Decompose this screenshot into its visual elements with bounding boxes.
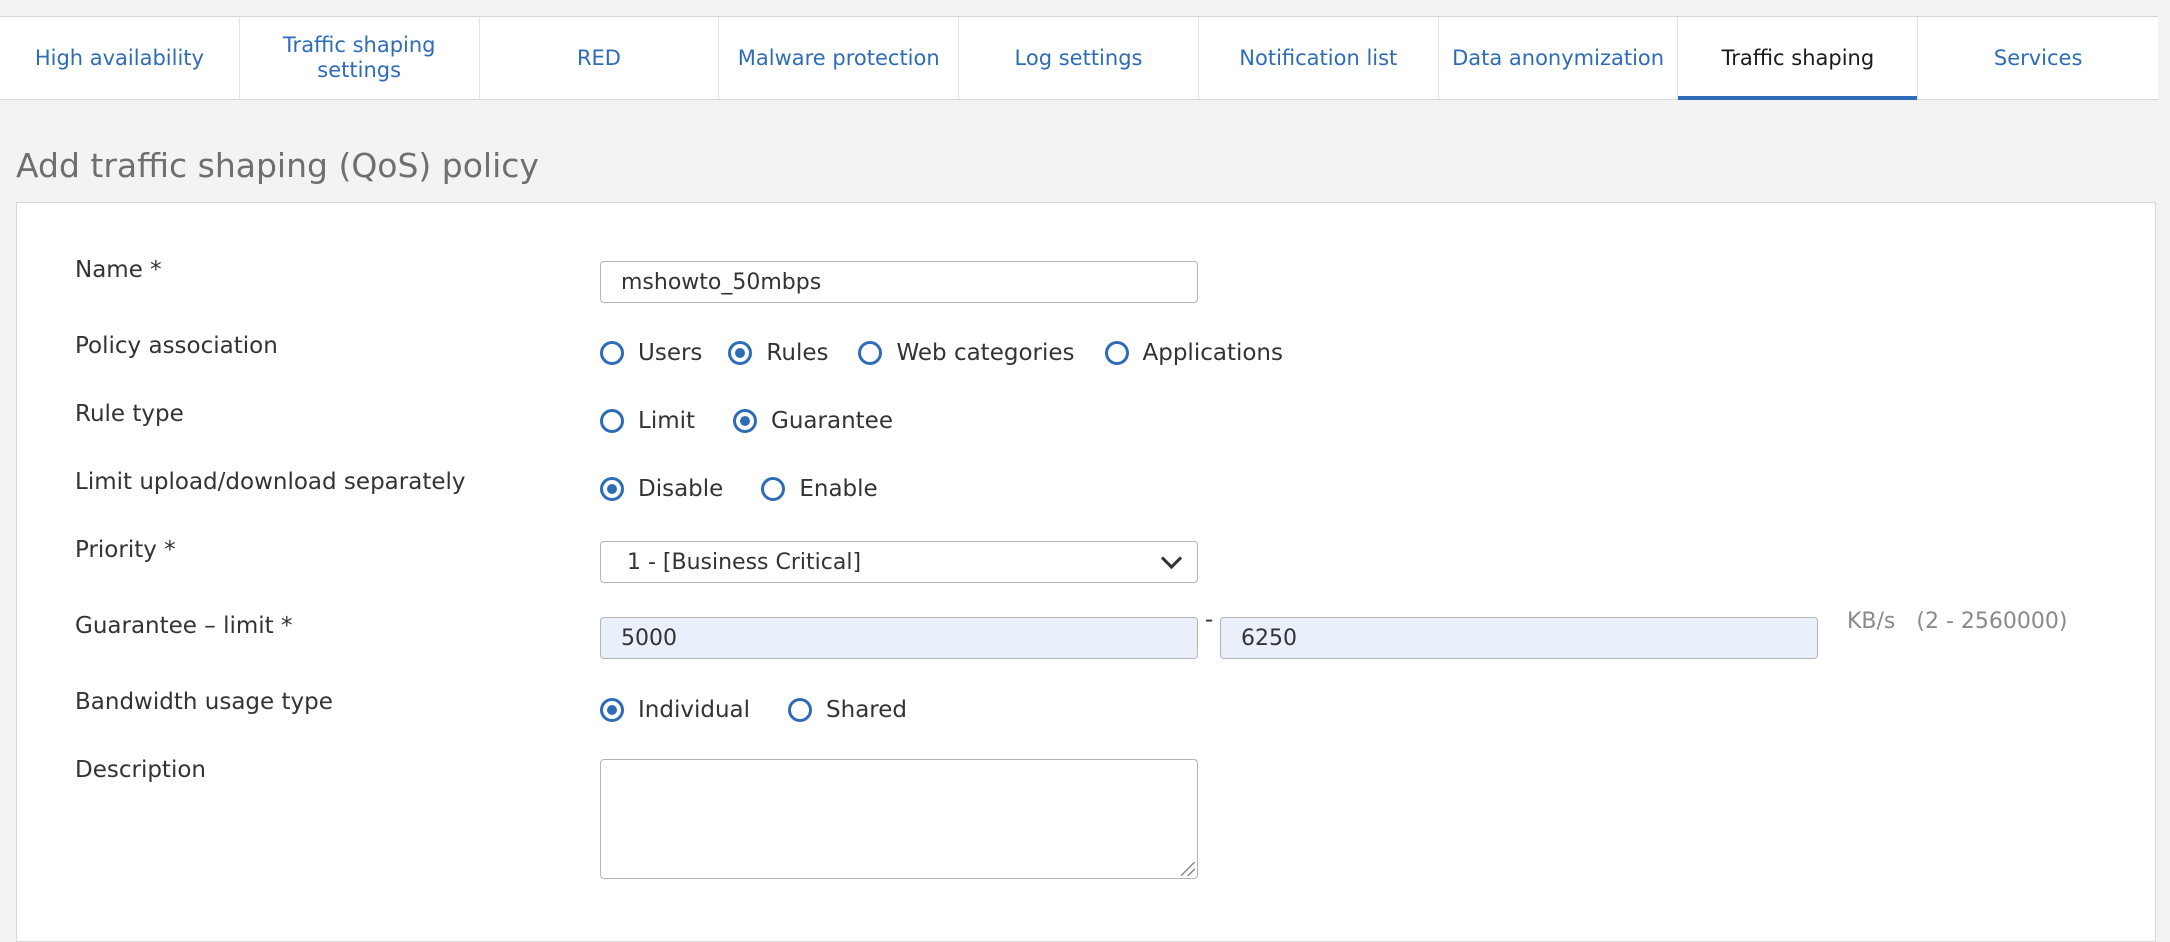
radio-guarantee-circle: [733, 409, 758, 433]
tab-traffic-shaping-settings[interactable]: Traffic shaping settings: [240, 17, 480, 99]
tab-log-settings[interactable]: Log settings: [959, 17, 1199, 99]
radio-individual[interactable]: Individual: [600, 697, 750, 723]
radio-disable-label: Disable: [638, 476, 724, 502]
radio-shared-circle: [788, 698, 813, 722]
priority-label: Priority *: [75, 537, 176, 563]
rule-type-label: Rule type: [75, 401, 184, 427]
radio-web-categories-label: Web categories: [896, 340, 1075, 366]
limit-max-input[interactable]: [1220, 617, 1818, 659]
policy-form-panel: Name * Policy association Users Rules We…: [16, 202, 2156, 942]
guarantee-limit-label: Guarantee – limit *: [75, 613, 293, 639]
tab-bar: High availability Traffic shaping settin…: [0, 16, 2158, 100]
radio-rules-label: Rules: [766, 340, 829, 366]
radio-limit-circle: [600, 409, 624, 433]
tab-traffic-shaping[interactable]: Traffic shaping: [1678, 17, 1919, 100]
radio-guarantee-label: Guarantee: [771, 408, 893, 434]
priority-selected-value: 1 - [Business Critical]: [627, 549, 862, 575]
radio-individual-label: Individual: [638, 697, 751, 723]
radio-disable-circle: [600, 477, 624, 501]
radio-applications-label: Applications: [1142, 340, 1284, 366]
radio-users[interactable]: Users: [600, 340, 702, 366]
radio-disable[interactable]: Disable: [600, 476, 723, 502]
range-separator: -: [1205, 607, 1214, 633]
tab-notification-list[interactable]: Notification list: [1199, 17, 1439, 99]
radio-applications[interactable]: Applications: [1104, 340, 1284, 366]
radio-guarantee[interactable]: Guarantee: [733, 408, 893, 434]
limit-separately-radio-group: Disable Enable: [600, 471, 878, 507]
radio-web-categories-circle: [858, 341, 883, 365]
page-title: Add traffic shaping (QoS) policy: [16, 146, 539, 185]
radio-individual-circle: [600, 698, 624, 722]
radio-limit-label: Limit: [638, 408, 696, 434]
tab-data-anonymization[interactable]: Data anonymization: [1439, 17, 1679, 99]
description-label: Description: [75, 757, 206, 783]
priority-select[interactable]: 1 - [Business Critical]: [600, 541, 1198, 583]
name-input[interactable]: [600, 261, 1198, 303]
rule-type-radio-group: Limit Guarantee: [600, 403, 893, 439]
bandwidth-usage-radio-group: Individual Shared: [600, 692, 907, 728]
radio-users-circle: [600, 341, 624, 365]
tab-malware-protection[interactable]: Malware protection: [719, 17, 960, 99]
bandwidth-unit-hint: KB/s (2 - 2560000): [1847, 609, 2068, 634]
policy-association-radio-group: Users Rules Web categories Applications: [600, 335, 1283, 371]
bandwidth-usage-label: Bandwidth usage type: [75, 689, 333, 715]
chevron-down-icon: [1160, 547, 1183, 569]
radio-enable-circle: [761, 477, 786, 501]
radio-limit[interactable]: Limit: [600, 408, 695, 434]
radio-shared-label: Shared: [826, 697, 907, 723]
limit-separately-label: Limit upload/download separately: [75, 469, 466, 495]
radio-applications-circle: [1104, 341, 1129, 365]
policy-association-label: Policy association: [75, 333, 278, 359]
tab-services[interactable]: Services: [1918, 17, 2158, 99]
name-label: Name *: [75, 257, 162, 283]
tab-red[interactable]: RED: [480, 17, 720, 99]
radio-enable[interactable]: Enable: [761, 476, 878, 502]
radio-rules[interactable]: Rules: [728, 340, 828, 366]
radio-rules-circle: [728, 341, 753, 365]
radio-web-categories[interactable]: Web categories: [858, 340, 1075, 366]
radio-shared[interactable]: Shared: [788, 697, 907, 723]
radio-enable-label: Enable: [799, 476, 878, 502]
radio-users-label: Users: [638, 340, 703, 366]
resize-grip-icon[interactable]: [1181, 862, 1195, 876]
description-textarea[interactable]: [600, 759, 1198, 879]
guarantee-min-input[interactable]: [600, 617, 1198, 659]
tab-high-availability[interactable]: High availability: [0, 17, 240, 99]
